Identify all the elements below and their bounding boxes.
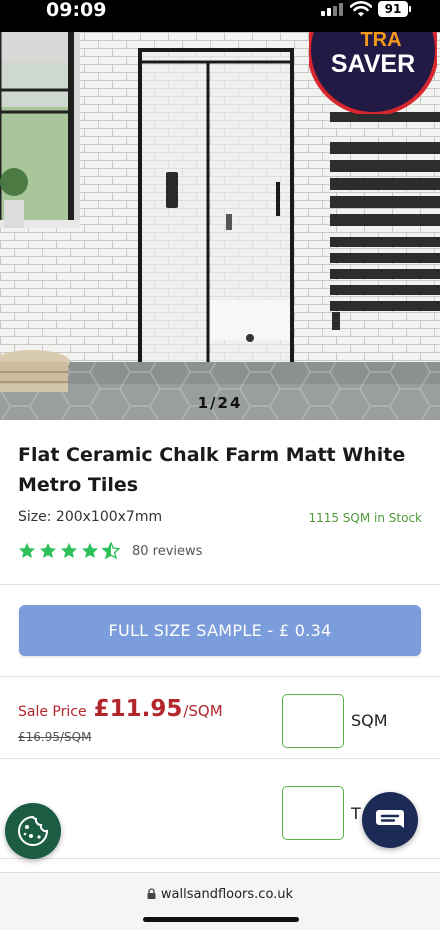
sale-price: £11.95 xyxy=(93,696,183,722)
battery-icon: 91 xyxy=(378,1,408,17)
star-icon xyxy=(60,542,78,559)
badge-top-text: TRA xyxy=(360,32,401,51)
rating-stars[interactable]: 80 reviews xyxy=(18,541,202,561)
lock-icon xyxy=(147,888,156,899)
sale-label: Sale Price xyxy=(18,704,87,720)
chat-button[interactable] xyxy=(362,792,418,848)
star-icon xyxy=(18,542,36,559)
full-size-sample-button[interactable]: FULL SIZE SAMPLE - £ 0.34 xyxy=(19,605,421,656)
divider xyxy=(0,758,440,759)
sqm-quantity-input[interactable] xyxy=(282,694,344,748)
product-size: Size: 200x100x7mm xyxy=(18,509,163,525)
old-price: £16.95/SQM xyxy=(18,730,92,744)
status-bar: 09:09 91 xyxy=(0,0,440,32)
divider xyxy=(0,584,440,585)
sqm-label: SQM xyxy=(351,711,388,730)
cookie-settings-button[interactable] xyxy=(5,803,61,859)
home-indicator[interactable] xyxy=(143,917,299,922)
wifi-icon xyxy=(350,1,372,17)
badge-bottom-text: SAVER xyxy=(331,50,415,78)
xtra-saver-badge: TRA SAVER xyxy=(309,32,437,114)
star-icon xyxy=(39,542,57,559)
half-star-icon xyxy=(102,542,120,560)
price-row: Sale Price £11.95 /SQM xyxy=(18,696,223,722)
divider xyxy=(0,676,440,677)
star-icon xyxy=(81,542,99,559)
chat-icon xyxy=(376,810,404,828)
url-text: wallsandfloors.co.uk xyxy=(160,887,294,902)
divider xyxy=(0,858,440,859)
battery-tip xyxy=(409,6,411,12)
tiles-label: T xyxy=(351,804,361,823)
cookie-icon xyxy=(18,815,49,846)
signal-icon xyxy=(321,3,343,16)
status-time: 09:09 xyxy=(46,0,107,21)
tiles-quantity-input[interactable] xyxy=(282,786,344,840)
review-count-link[interactable]: 80 reviews xyxy=(132,544,202,559)
url-display[interactable]: wallsandfloors.co.uk xyxy=(0,887,440,902)
price-unit: /SQM xyxy=(183,702,223,720)
stock-status: 1115 SQM in Stock xyxy=(308,511,422,525)
browser-url-bar[interactable]: wallsandfloors.co.uk xyxy=(0,872,440,930)
image-counter: 1/24 xyxy=(197,394,243,412)
product-title: Flat Ceramic Chalk Farm Matt White Metro… xyxy=(18,444,406,496)
